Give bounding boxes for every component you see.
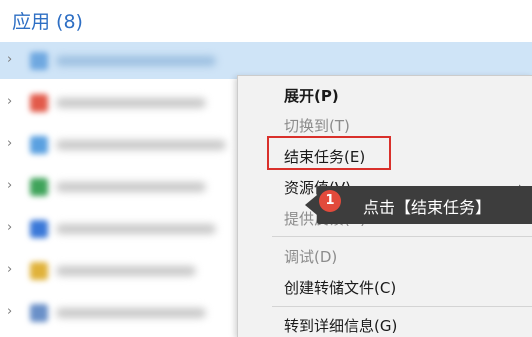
app-icon bbox=[30, 52, 48, 70]
callout-body: 1 点击【结束任务】 bbox=[317, 186, 532, 224]
process-name-blurred bbox=[56, 98, 206, 108]
app-icon bbox=[30, 136, 48, 154]
app-icon bbox=[30, 178, 48, 196]
process-name-blurred bbox=[56, 308, 206, 318]
app-icon bbox=[30, 94, 48, 112]
menu-separator bbox=[272, 236, 532, 237]
menu-separator bbox=[272, 306, 532, 307]
menu-item-expand[interactable]: 展开(P) bbox=[284, 85, 339, 106]
app-icon bbox=[30, 262, 48, 280]
process-name-blurred bbox=[56, 56, 216, 66]
callout-tail bbox=[305, 195, 317, 215]
process-name-blurred bbox=[56, 224, 216, 234]
chevron-right-icon[interactable]: › bbox=[7, 221, 17, 234]
chevron-right-icon[interactable]: › bbox=[7, 263, 17, 276]
menu-item-debug[interactable]: 调试(D) bbox=[284, 246, 337, 267]
instruction-callout: 1 点击【结束任务】 bbox=[305, 186, 532, 224]
chevron-right-icon[interactable]: › bbox=[7, 305, 17, 318]
step-badge: 1 bbox=[319, 190, 341, 212]
callout-text: 点击【结束任务】 bbox=[363, 198, 492, 217]
chevron-right-icon[interactable]: › bbox=[7, 95, 17, 108]
apps-section-title: 应用 (8) bbox=[12, 11, 83, 33]
process-name-blurred bbox=[56, 266, 196, 276]
chevron-right-icon[interactable]: › bbox=[7, 137, 17, 150]
app-icon bbox=[30, 304, 48, 322]
chevron-right-icon[interactable]: › bbox=[7, 53, 17, 66]
chevron-right-icon[interactable]: › bbox=[7, 179, 17, 192]
process-row[interactable]: › bbox=[0, 42, 532, 79]
menu-item-create-dump[interactable]: 创建转储文件(C) bbox=[284, 277, 396, 298]
menu-item-switch-to[interactable]: 切换到(T) bbox=[284, 115, 350, 136]
menu-item-go-to-details[interactable]: 转到详细信息(G) bbox=[284, 315, 397, 336]
end-task-highlight bbox=[267, 136, 391, 170]
process-name-blurred bbox=[56, 140, 226, 150]
process-name-blurred bbox=[56, 182, 206, 192]
app-icon bbox=[30, 220, 48, 238]
apps-section-header[interactable]: 应用 (8) bbox=[0, 0, 532, 42]
